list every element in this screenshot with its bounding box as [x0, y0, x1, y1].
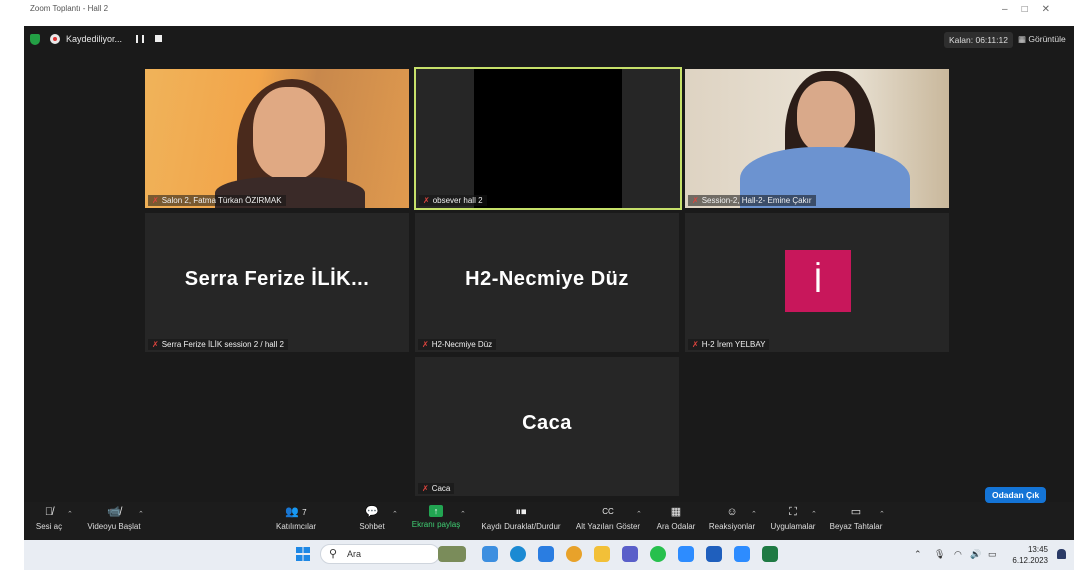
apps-options-chevron-icon[interactable]: ⌃ [811, 510, 817, 518]
teams-icon[interactable] [622, 546, 638, 562]
security-shield-icon[interactable] [30, 34, 40, 45]
participants-icon: 👥 [285, 506, 300, 518]
show-hidden-icons-chevron-icon[interactable]: ⌃ [914, 549, 922, 560]
reactions-options-chevron-icon[interactable]: ⌃ [751, 510, 757, 518]
chat-icon: 💬 [365, 506, 379, 518]
search-placeholder: Ara [347, 549, 362, 559]
audio-options-chevron-icon[interactable]: ⌃ [67, 510, 73, 518]
recording-icon [50, 34, 60, 44]
zoom-icon[interactable] [678, 546, 694, 562]
pause-recording-button[interactable] [136, 35, 144, 43]
volume-icon[interactable]: 🔊 [970, 549, 981, 560]
participant-display-name: H2-Necmiye Düz [465, 268, 629, 290]
whiteboards-button[interactable]: ▭ Beyaz Tahtalar [827, 505, 885, 531]
muted-mic-icon: ✗ [423, 196, 430, 205]
window-controls[interactable]: –□✕ [1002, 4, 1064, 15]
muted-mic-icon: ✗ [692, 196, 699, 205]
notifications-bell-icon[interactable] [1057, 549, 1066, 559]
participant-name-label: ✗ H-2 İrem YELBAY [688, 339, 770, 350]
file-explorer-icon[interactable] [594, 546, 610, 562]
chat-options-chevron-icon[interactable]: ⌃ [392, 510, 398, 518]
video-tile-6[interactable]: İ ✗ H-2 İrem YELBAY [685, 213, 949, 352]
window-titlebar: Zoom Toplantı - Hall 2 –□✕ [24, 0, 1074, 26]
whiteboard-options-chevron-icon[interactable]: ⌃ [879, 510, 885, 518]
pause-stop-icon: ⏸⏹ [515, 506, 527, 518]
zoom-meeting-window: Kaydediliyor... Kalan: 06:11:12 ▦ Görünt… [24, 26, 1074, 540]
participant-name-label: ✗ H2-Necmiye Düz [418, 339, 497, 350]
participant-name-label: ✗ Caca [418, 483, 455, 494]
chat-button[interactable]: 💬 Sohbet [354, 505, 390, 531]
participant-name-label: ✗ Session-2, Hall-2- Emine Çakır [688, 195, 816, 206]
video-tile-4[interactable]: Serra Ferize İLİK... ✗ Serra Ferize İLİK … [145, 213, 409, 352]
view-label: Görüntüle [1028, 34, 1066, 44]
taskbar-search-box[interactable]: ⚲ Ara [320, 544, 440, 564]
meeting-toolbar: 🎙̸ Sesi aç ⌃ 📹̸ Videoyu Başlat ⌃ 👥 7 Kat… [24, 502, 1074, 540]
participant-name-label: ✗ Salon 2, Fatma Türkan ÖZIRMAK [148, 195, 286, 206]
clock-time: 13:45 [1027, 545, 1048, 554]
whatsapp-icon[interactable] [650, 546, 666, 562]
start-video-button[interactable]: 📹̸ Videoyu Başlat [84, 505, 144, 531]
search-icon: ⚲ [329, 548, 338, 560]
remaining-time-badge: Kalan: 06:11:12 [944, 32, 1013, 48]
chrome-browser-icon[interactable] [566, 546, 582, 562]
wifi-icon[interactable]: ◠ [954, 549, 962, 560]
participants-button[interactable]: 👥 7 Katılımcılar [272, 505, 320, 531]
leave-room-button[interactable]: Odadan Çık [985, 487, 1047, 503]
microphone-icon[interactable]: 🎙 [934, 549, 945, 560]
muted-mic-icon: ✗ [422, 484, 429, 493]
participant-video [685, 69, 949, 208]
grid-icon: ▦ [1018, 34, 1029, 44]
participant-name-label: ✗ Serra Ferize İLİK session 2 / hall 2 [148, 339, 288, 350]
video-tile-5[interactable]: H2-Necmiye Düz ✗ H2-Necmiye Düz [415, 213, 679, 352]
meeting-topbar: Kaydediliyor... Kalan: 06:11:12 ▦ Görünt… [24, 26, 1074, 54]
muted-mic-icon: ✗ [152, 196, 159, 205]
muted-mic-icon: ✗ [152, 340, 159, 349]
view-button[interactable]: ▦ Görüntüle [1018, 34, 1066, 45]
video-off-icon: 📹̸ [107, 506, 121, 518]
clock-date: 6.12.2023 [1012, 556, 1048, 565]
stop-recording-button[interactable] [155, 35, 162, 42]
recording-label: Kaydediliyor... [66, 34, 123, 44]
news-widget-icon[interactable] [438, 546, 466, 562]
unmute-button[interactable]: 🎙̸ Sesi aç [34, 505, 64, 531]
whiteboard-icon: ▭ [850, 506, 862, 518]
battery-icon[interactable]: ▭ [988, 549, 997, 560]
pause-stop-recording-button[interactable]: ⏸⏹ Kaydı Duraklat/Durdur [476, 505, 566, 531]
participant-display-name: Caca [522, 412, 572, 434]
apps-button[interactable]: ⛶ Uygulamalar [767, 505, 819, 531]
excel-icon[interactable] [762, 546, 778, 562]
windows-taskbar: ⚲ Ara ⌃ 🎙 ◠ 🔊 ▭ 13:45 6.12.2023 [24, 540, 1074, 570]
muted-mic-icon: ✗ [692, 340, 699, 349]
participant-video [474, 69, 622, 208]
edge-browser-icon[interactable] [510, 546, 526, 562]
word-icon[interactable] [706, 546, 722, 562]
mic-muted-icon: 🎙̸ [44, 506, 54, 518]
cc-icon: CC [602, 507, 614, 516]
reactions-button[interactable]: ☺ Reaksiyonlar [706, 505, 758, 531]
video-tile-1[interactable]: ✗ Salon 2, Fatma Türkan ÖZIRMAK [145, 69, 409, 208]
participant-display-name: Serra Ferize İLİK... [184, 268, 370, 290]
zoom-meeting-icon[interactable] [734, 546, 750, 562]
window-title: Zoom Toplantı - Hall 2 [30, 4, 109, 13]
share-screen-button[interactable]: ↑ Ekranı paylaş [408, 505, 464, 529]
muted-mic-icon: ✗ [422, 340, 429, 349]
copilot-icon[interactable] [482, 546, 498, 562]
windows-start-icon[interactable] [296, 547, 310, 561]
participant-name-label: ✗ obsever hall 2 [419, 195, 487, 206]
video-options-chevron-icon[interactable]: ⌃ [138, 510, 144, 518]
taskbar-clock[interactable]: 13:45 6.12.2023 [1012, 544, 1048, 566]
captions-options-chevron-icon[interactable]: ⌃ [636, 510, 642, 518]
share-options-chevron-icon[interactable]: ⌃ [460, 510, 466, 518]
breakout-rooms-button[interactable]: ▦ Ara Odalar [652, 505, 700, 531]
video-tile-7[interactable]: Caca ✗ Caca [415, 357, 679, 496]
participant-avatar: İ [785, 250, 851, 312]
participant-video [145, 69, 409, 208]
captions-button[interactable]: CC Alt Yazıları Göster [572, 505, 644, 531]
notepad-icon[interactable] [538, 546, 554, 562]
breakout-rooms-icon: ▦ [670, 506, 682, 518]
video-tile-3[interactable]: ✗ Session-2, Hall-2- Emine Çakır [685, 69, 949, 208]
participant-count: 7 [302, 508, 307, 517]
video-tile-2-active-speaker[interactable]: ✗ obsever hall 2 [414, 67, 682, 210]
share-screen-icon: ↑ [429, 505, 443, 517]
